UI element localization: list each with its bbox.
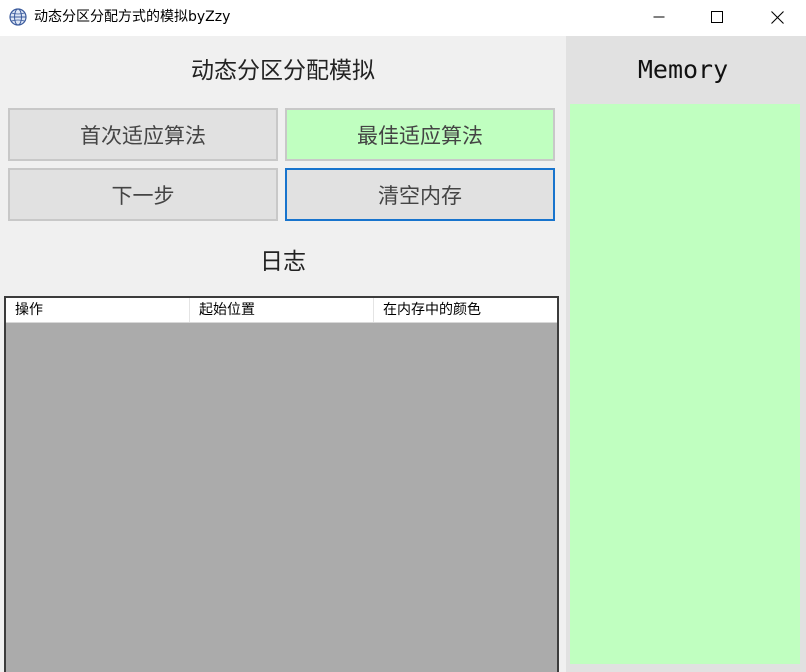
column-header-operation[interactable]: 操作 <box>6 298 190 322</box>
title-bar[interactable]: 动态分区分配方式的模拟byZzy <box>0 0 806 36</box>
best-fit-button[interactable]: 最佳适应算法 <box>285 108 555 161</box>
maximize-button[interactable] <box>688 0 746 34</box>
control-panel: 动态分区分配模拟 首次适应算法 最佳适应算法 下一步 清空内存 日志 操作 起始… <box>0 36 566 672</box>
log-title: 日志 <box>260 249 306 275</box>
app-window: 动态分区分配方式的模拟byZzy 动态分区分配模拟 首次适应算法 最佳适应算法 … <box>0 0 806 672</box>
column-header-memory-color[interactable]: 在内存中的颜色 <box>374 298 557 322</box>
log-table-header: 操作 起始位置 在内存中的颜色 <box>6 298 557 323</box>
page-title: 动态分区分配模拟 <box>191 58 375 84</box>
memory-panel: Memory <box>566 36 806 672</box>
memory-free-block <box>570 104 800 664</box>
memory-title: Memory <box>637 55 729 84</box>
minimize-icon <box>653 11 665 23</box>
column-header-start-position[interactable]: 起始位置 <box>190 298 374 322</box>
log-table[interactable]: 操作 起始位置 在内存中的颜色 <box>4 296 559 672</box>
maximize-icon <box>711 11 723 23</box>
app-globe-icon <box>9 8 27 26</box>
minimize-button[interactable] <box>630 0 688 34</box>
clear-memory-button[interactable]: 清空内存 <box>285 168 555 221</box>
close-button[interactable] <box>748 0 806 34</box>
window-title: 动态分区分配方式的模拟byZzy <box>34 9 231 25</box>
close-icon <box>770 10 784 24</box>
next-step-button[interactable]: 下一步 <box>8 168 278 221</box>
log-table-body[interactable] <box>6 323 557 672</box>
first-fit-button[interactable]: 首次适应算法 <box>8 108 278 161</box>
